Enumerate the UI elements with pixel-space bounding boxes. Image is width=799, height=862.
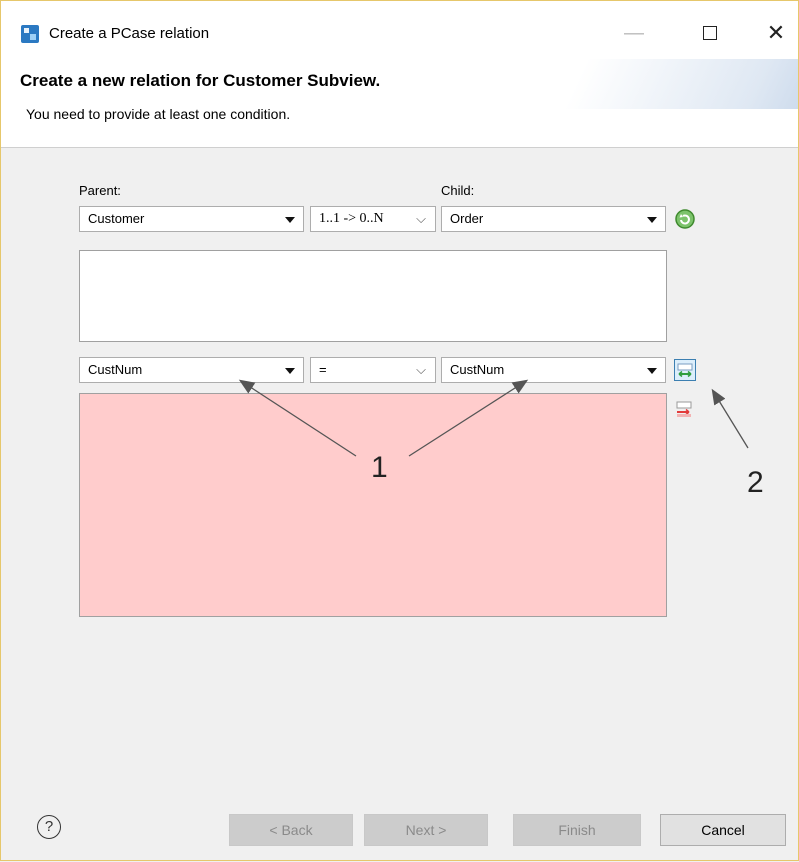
minimize-button[interactable]: — bbox=[611, 15, 657, 51]
chevron-down-icon: ⌵ bbox=[416, 211, 426, 226]
remove-condition-button[interactable] bbox=[674, 398, 696, 420]
dropdown-arrow-icon bbox=[285, 368, 295, 374]
window-title: Create a PCase relation bbox=[49, 25, 210, 42]
back-button[interactable]: < Back bbox=[229, 814, 353, 846]
child-field-combo[interactable]: CustNum bbox=[441, 357, 666, 383]
parent-label: Parent: bbox=[79, 183, 121, 198]
parent-field-value: CustNum bbox=[88, 362, 143, 377]
chevron-down-icon: ⌵ bbox=[416, 362, 426, 377]
header-decoration bbox=[564, 59, 798, 109]
close-button[interactable]: ✕ bbox=[753, 15, 799, 51]
operator-select[interactable]: = ⌵ bbox=[310, 357, 436, 383]
next-button[interactable]: Next > bbox=[364, 814, 488, 846]
parent-combo[interactable]: Customer bbox=[79, 206, 304, 232]
cancel-button[interactable]: Cancel bbox=[660, 814, 786, 846]
app-icon bbox=[21, 25, 39, 43]
conditions-list[interactable] bbox=[79, 393, 667, 617]
maximize-button[interactable] bbox=[687, 15, 733, 51]
relations-list[interactable] bbox=[79, 250, 667, 342]
title-bar: Create a PCase relation — ✕ bbox=[1, 1, 798, 59]
callout-1: 1 bbox=[371, 451, 388, 484]
parent-field-combo[interactable]: CustNum bbox=[79, 357, 304, 383]
add-condition-icon bbox=[677, 363, 693, 378]
child-field-value: CustNum bbox=[450, 362, 505, 377]
refresh-button[interactable] bbox=[674, 208, 696, 230]
parent-combo-value: Customer bbox=[88, 211, 145, 226]
refresh-icon bbox=[675, 209, 695, 229]
dropdown-arrow-icon bbox=[647, 217, 657, 223]
dialog-window: Create a PCase relation — ✕ Create a new… bbox=[0, 0, 799, 861]
operator-value: = bbox=[319, 362, 327, 377]
dropdown-arrow-icon bbox=[647, 368, 657, 374]
dropdown-arrow-icon bbox=[285, 217, 295, 223]
child-combo-value: Order bbox=[450, 211, 484, 226]
maximize-icon bbox=[703, 26, 717, 40]
remove-condition-icon bbox=[676, 401, 692, 417]
callout-2: 2 bbox=[747, 466, 764, 499]
child-label: Child: bbox=[441, 183, 475, 198]
add-condition-button[interactable] bbox=[674, 359, 696, 381]
wizard-header: Create a new relation for Customer Subvi… bbox=[1, 59, 798, 148]
page-title: Create a new relation for Customer Subvi… bbox=[20, 71, 381, 90]
child-combo[interactable]: Order bbox=[441, 206, 666, 232]
cardinality-value: 1..1 -> 0..N bbox=[319, 211, 384, 226]
header-message: You need to provide at least one conditi… bbox=[26, 106, 291, 122]
finish-button[interactable]: Finish bbox=[513, 814, 641, 846]
cardinality-select[interactable]: 1..1 -> 0..N ⌵ bbox=[310, 206, 436, 232]
help-button[interactable]: ? bbox=[37, 815, 61, 839]
